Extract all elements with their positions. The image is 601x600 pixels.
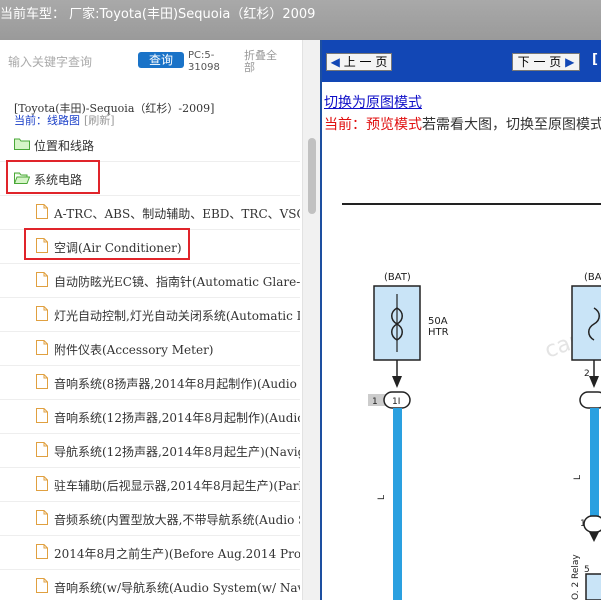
navbar-extra: [ xyxy=(592,52,598,67)
refresh-link[interactable]: [刷新] xyxy=(84,114,115,127)
tree-scrollbar[interactable] xyxy=(302,40,320,600)
document-icon xyxy=(36,374,48,389)
top-bar: 当前车型： 厂家:Toyota(丰田)Sequoia（红杉）2009 xyxy=(0,0,601,40)
tree-item[interactable]: 导航系统(12扬声器,2014年8月起生产)(Navigation System… xyxy=(0,434,300,468)
fuse-rating: 50A xyxy=(428,316,448,327)
query-button[interactable]: 查询 xyxy=(138,52,184,68)
viewer-panel: ◀ 上 一 页 下 一 页 ▶ [ 切换为原图模式 当前：预览模式若需看大图，切… xyxy=(320,40,601,600)
left-panel: 查询 PC:5-31098 折叠全部 [Toyota(丰田)-Sequoia（红… xyxy=(0,40,320,600)
wire-color-label-left: L xyxy=(377,495,387,500)
search-row: 查询 PC:5-31098 折叠全部 xyxy=(0,40,320,88)
relay-box xyxy=(585,573,601,600)
document-icon xyxy=(36,340,48,355)
prev-page-button[interactable]: ◀ 上 一 页 xyxy=(326,53,392,71)
tree-item[interactable]: 驻车辅助(后视显示器,2014年8月起生产)(Parking Assist) xyxy=(0,468,300,502)
highlight-box-air-conditioner xyxy=(24,228,190,260)
tree-item[interactable]: 音响系统(12扬声器,2014年8月起制作)(Audio System) xyxy=(0,400,300,434)
tree-item[interactable]: 音响系统(8扬声器,2014年8月起制作)(Audio System) xyxy=(0,366,300,400)
arrow-left-icon: ◀ xyxy=(330,55,340,69)
connector-pin-label: 1I xyxy=(392,397,400,407)
document-icon xyxy=(36,204,48,219)
tree-item[interactable]: 2014年8月之前生产)(Before Aug.2014 Production) xyxy=(0,536,300,570)
arrow-down-icon xyxy=(589,376,599,388)
vehicle-title: 当前车型： 厂家:Toyota(丰田)Sequoia（红杉）2009 xyxy=(0,7,316,22)
document-icon xyxy=(36,272,48,287)
folder-icon xyxy=(14,138,30,150)
arrow-right-icon: ▶ xyxy=(565,55,575,69)
connector-number-right: 2 xyxy=(584,369,590,379)
tree-item[interactable]: 音响系统(w/导航系统(Audio System(w/ Navigation S… xyxy=(0,570,300,600)
current-location: 当前：线路图 [刷新] xyxy=(14,112,115,128)
tree-item[interactable]: 音频系统(内置型放大器,不带导航系统(Audio System) xyxy=(0,502,300,536)
document-icon xyxy=(36,442,48,457)
document-icon xyxy=(36,476,48,491)
document-icon xyxy=(36,306,48,321)
document-icon xyxy=(36,510,48,525)
highlight-box-system-circuits xyxy=(6,160,100,194)
wire-left xyxy=(393,408,402,600)
tree-folder-label: 位置和线路 xyxy=(34,139,95,153)
relay-label: O. 2 Relay xyxy=(571,554,581,600)
mode-hint: 若需看大图，切换至原图模式 xyxy=(422,117,601,133)
document-icon xyxy=(36,578,48,593)
connector-number-left: 1 xyxy=(372,397,378,407)
bat-label-left: (BAT) xyxy=(384,272,411,283)
fuse-name: HTR xyxy=(428,327,449,338)
arrow-down-icon xyxy=(392,376,402,388)
connector-pin-bottom xyxy=(583,515,601,533)
wire-color-label-right: L xyxy=(573,475,583,480)
search-input[interactable] xyxy=(8,52,130,72)
next-page-button[interactable]: 下 一 页 ▶ xyxy=(512,53,580,71)
tree-item[interactable]: 自动防眩光EC镜、指南针(Automatic Glare-Resistant E… xyxy=(0,264,300,298)
bat-label-right: (BAT xyxy=(584,272,601,283)
document-icon xyxy=(36,408,48,423)
viewer-navbar: ◀ 上 一 页 下 一 页 ▶ [ xyxy=(322,40,601,82)
mode-status: 当前：预览模式若需看大图，切换至原图模式 xyxy=(324,114,601,134)
tree-folder-location[interactable]: 位置和线路 xyxy=(0,128,300,162)
current-label: 当前：线路图 xyxy=(14,114,80,127)
wire-right xyxy=(590,408,599,516)
mode-current: 当前：预览模式 xyxy=(324,117,422,133)
tree-item[interactable]: 灯光自动控制,灯光自动关闭系统(Automatic Light Control) xyxy=(0,298,300,332)
pc-code: PC:5-31098 xyxy=(188,50,220,73)
arrow-down-icon xyxy=(589,532,599,542)
connector-pin-right xyxy=(579,391,601,409)
collapse-all-link[interactable]: 折叠全部 xyxy=(244,50,284,74)
wiring-diagram[interactable]: car (BAT) 50A HTR 1 1I L (BAT 2 L 1 5 xyxy=(322,140,601,600)
scrollbar-thumb[interactable] xyxy=(308,138,316,214)
document-icon xyxy=(36,544,48,559)
tree-item[interactable]: A-TRC、ABS、制动辅助、EBD、TRC、VSC xyxy=(0,196,300,230)
switch-original-mode-link[interactable]: 切换为原图模式 xyxy=(324,92,422,112)
tree-item[interactable]: 附件仪表(Accessory Meter) xyxy=(0,332,300,366)
